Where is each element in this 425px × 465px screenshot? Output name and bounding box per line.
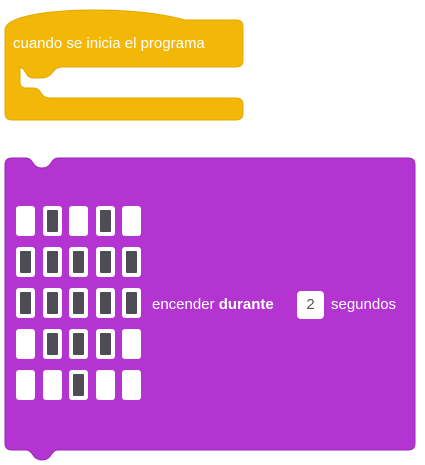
led-cell[interactable] [122,206,141,236]
led-cell[interactable] [95,247,115,277]
led-on-indicator [126,251,137,273]
encender-label: encender [152,296,215,313]
led-cell[interactable] [69,329,88,359]
led-on-indicator [46,333,58,355]
display-text-before: encender durante [152,296,274,313]
led-on-indicator [99,251,111,273]
led-cell[interactable] [42,370,62,400]
led-on-indicator [126,292,137,314]
led-cell[interactable] [69,206,88,236]
led-cell[interactable] [122,329,141,359]
led-on-indicator [99,210,111,232]
hat-block-shape[interactable] [4,9,244,121]
led-cell[interactable] [42,206,62,236]
led-on-indicator [46,292,58,314]
hat-block-label: cuando se inicia el programa [13,35,205,52]
led-cell[interactable] [69,247,88,277]
led-cell[interactable] [42,247,62,277]
led-cell[interactable] [69,370,88,400]
segundos-label: segundos [331,296,397,313]
led-on-indicator [73,292,84,314]
led-cell[interactable] [95,370,115,400]
led-cell[interactable] [95,288,115,318]
led-cell[interactable] [42,329,62,359]
led-cell[interactable] [42,288,62,318]
led-cell[interactable] [16,370,35,400]
led-cell[interactable] [122,288,141,318]
led-on-indicator [73,251,84,273]
led-cell[interactable] [69,288,88,318]
led-cell[interactable] [122,247,141,277]
durante-label: durante [218,296,274,313]
led-on-indicator [46,251,58,273]
led-cell[interactable] [16,288,35,318]
led-on-indicator [73,374,84,396]
led-on-indicator [20,251,31,273]
blocks-svg [4,9,416,461]
led-cell[interactable] [95,329,115,359]
led-on-indicator [20,292,31,314]
led-cell[interactable] [16,247,35,277]
led-on-indicator [46,210,58,232]
led-cell[interactable] [122,370,141,400]
led-cell[interactable] [95,206,115,236]
workspace-canvas: cuando se inicia el programa encender du… [0,0,425,465]
led-on-indicator [73,333,84,355]
led-cell[interactable] [16,206,35,236]
led-cell[interactable] [16,329,35,359]
duration-input[interactable]: 2 [297,291,324,319]
led-on-indicator [99,333,111,355]
led-on-indicator [99,292,111,314]
